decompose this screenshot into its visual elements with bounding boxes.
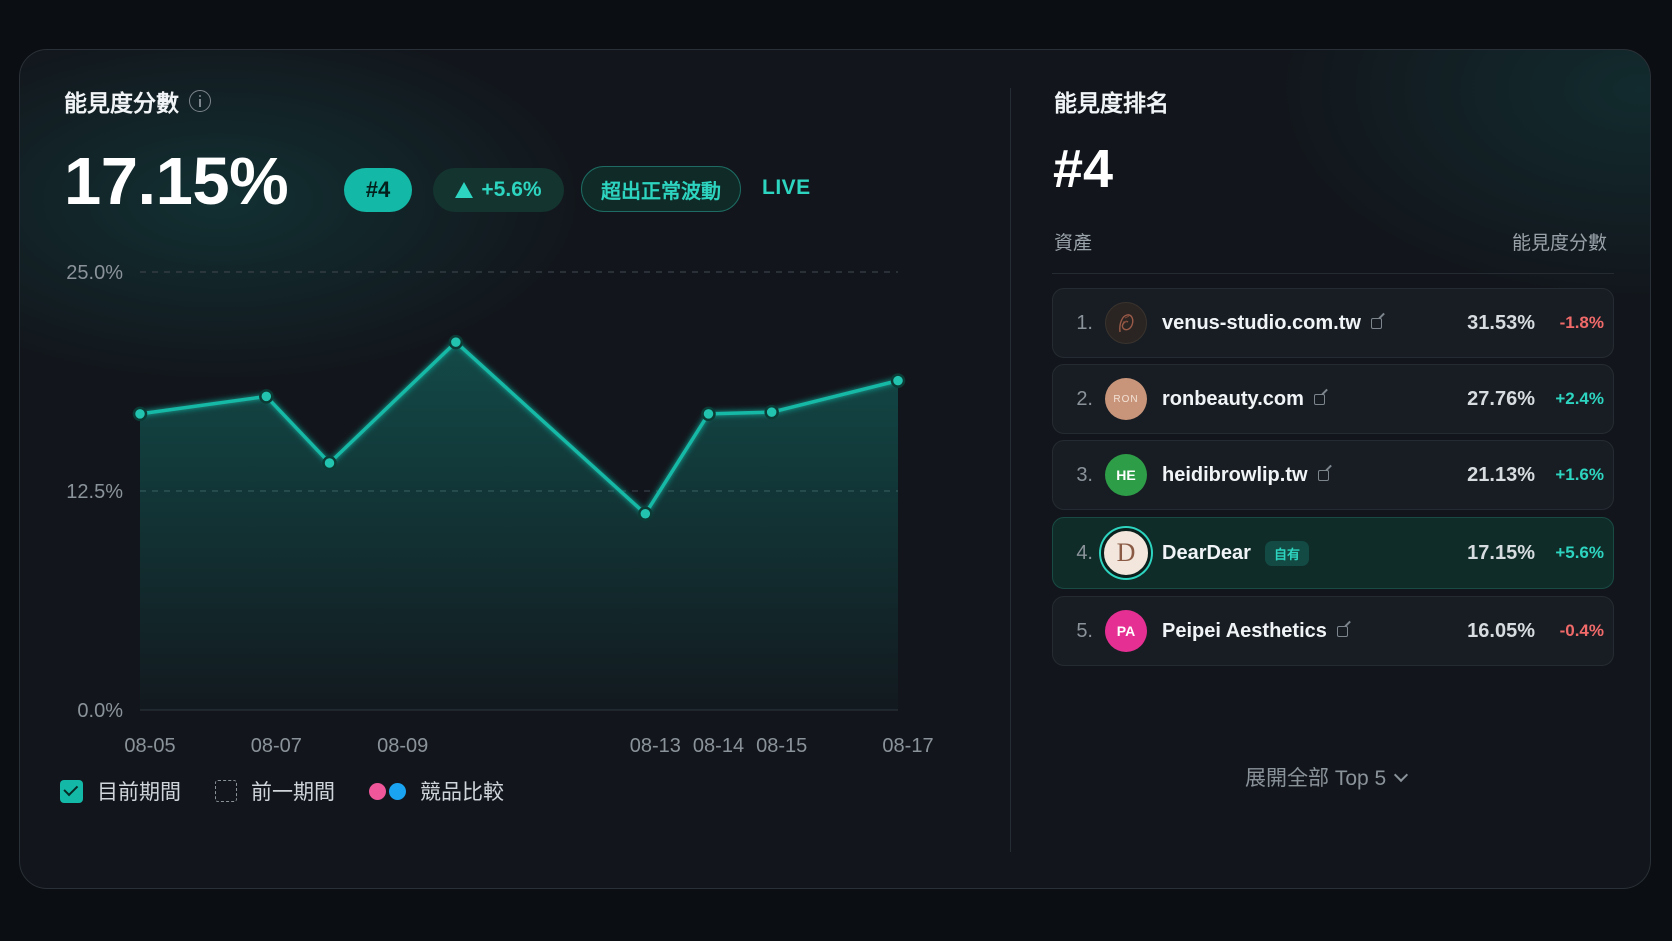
expand-all-label: 展開全部 Top 5 [1245,767,1387,790]
row-score: 21.13% [1467,463,1535,486]
row-rank-number: 2. [1076,387,1093,410]
row-asset-name[interactable]: venus-studio.com.tw [1162,312,1361,335]
legend-competitors[interactable]: 競品比較 [369,776,504,806]
row-asset-name[interactable]: heidibrowlip.tw [1162,464,1308,487]
x-tick-label: 08-13 [630,735,681,757]
x-tick-label: 08-09 [377,735,428,757]
external-link-icon[interactable] [1370,317,1382,329]
ronbeauty-logo-avatar: RON [1105,378,1147,420]
row-rank-number: 5. [1076,619,1093,642]
column-header-score: 能見度分數 [1511,233,1607,254]
row-delta: -0.4% [1559,621,1604,640]
visibility-card: 能見度分數 17.15% #4 +5.6% 超出正常波動 LIVE 25.0% 1… [19,49,1651,889]
row-score: 17.15% [1467,541,1535,564]
data-point[interactable] [764,404,779,420]
x-tick-label: 08-07 [251,735,302,757]
panel-divider [1010,88,1011,852]
chart-legend: 目前期間 前一期間 競品比較 [60,776,538,806]
ranking-value: #4 [1053,139,1114,199]
legend-current-period[interactable]: 目前期間 [60,776,181,806]
competitor-dots-icon [369,782,406,800]
external-link-icon[interactable] [1317,469,1329,481]
data-point[interactable] [259,389,274,404]
ranking-row[interactable]: 2. RON ronbeauty.com 27.76% +2.4% [1052,364,1614,434]
venus-logo-avatar [1105,302,1147,344]
external-link-icon[interactable] [1336,625,1348,637]
heidibrowlip-avatar: HE [1105,454,1147,496]
row-score: 31.53% [1467,311,1535,334]
competitor-dot-blue [389,782,406,800]
row-rank-number: 1. [1076,311,1093,334]
data-point[interactable] [448,334,464,350]
expand-all-button[interactable]: 展開全部 Top 5 [1245,762,1409,792]
column-header-asset: 資產 [1054,233,1093,254]
legend-previous-label: 前一期間 [251,781,335,804]
venus-logo-icon [1119,314,1134,333]
x-tick-label: 08-15 [756,735,807,757]
deardear-logo-avatar: D [1101,528,1151,578]
legend-competitors-label: 競品比較 [420,781,504,804]
x-tick-label: 08-05 [124,735,175,757]
chevron-down-icon [1394,767,1409,782]
y-tick-label: 0.0% [77,700,123,722]
data-point[interactable] [890,373,906,388]
row-score: 27.76% [1467,387,1535,410]
row-delta: +2.4% [1555,389,1604,408]
ranking-title: 能見度排名 [1054,90,1169,116]
row-asset-name[interactable]: Peipei Aesthetics [1162,620,1327,643]
data-point[interactable] [701,406,716,422]
data-point[interactable] [638,506,653,522]
competitor-dot-pink [369,782,386,800]
row-delta: +5.6% [1555,543,1604,562]
checkbox-dashed-icon[interactable] [215,780,237,802]
row-score: 16.05% [1467,619,1535,642]
row-asset-name[interactable]: DearDear [1162,542,1251,565]
checkbox-checked-icon[interactable] [60,779,83,803]
legend-current-label: 目前期間 [97,781,181,804]
peipei-avatar: PA [1105,610,1147,652]
legend-previous-period[interactable]: 前一期間 [215,776,335,806]
row-delta: -1.8% [1559,313,1604,332]
y-tick-label: 12.5% [66,481,123,503]
ranking-row[interactable]: 3. HE heidibrowlip.tw 21.13% +1.6% [1052,440,1614,510]
x-tick-label: 08-14 [693,735,744,757]
row-asset-name[interactable]: ronbeauty.com [1162,388,1304,411]
y-tick-label: 25.0% [66,262,123,284]
header-divider [1052,273,1614,274]
ranking-row[interactable]: 5. PA Peipei Aesthetics 16.05% -0.4% [1052,596,1614,666]
row-rank-number: 4. [1076,541,1093,564]
ranking-row-own[interactable]: 4. D DearDear 自有 17.15% +5.6% [1052,517,1614,589]
visibility-chart: 25.0% 12.5% 0.0%08-05 08-07 08-09 08-13 08-14 0… [66,262,933,757]
row-rank-number: 3. [1076,463,1093,486]
data-point[interactable] [132,406,148,422]
own-asset-tag: 自有 [1264,540,1309,566]
ranking-row[interactable]: 1. venus-studio.com.tw 31.53% -1.8% [1052,288,1614,358]
data-point[interactable] [322,455,337,471]
external-link-icon[interactable] [1313,393,1325,405]
x-tick-label: 08-17 [882,735,933,757]
row-delta: +1.6% [1555,465,1604,484]
